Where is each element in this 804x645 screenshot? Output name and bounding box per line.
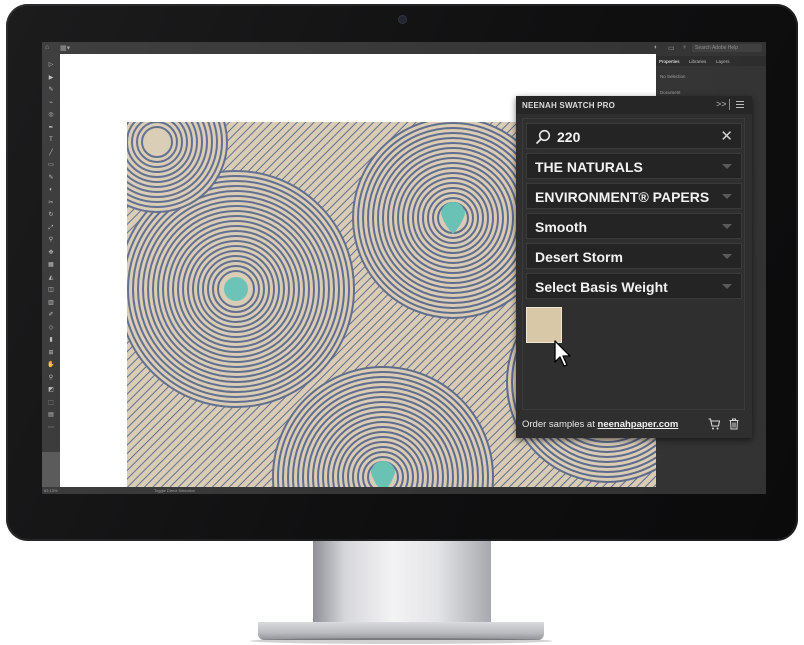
tab-properties[interactable]: Properties (659, 59, 680, 64)
toolbar-tool-icon[interactable]: ▦ (47, 262, 55, 268)
brand-select-value: ENVIRONMENT® PAPERS (535, 189, 710, 205)
toolbar-tool-icon[interactable]: ✐ (47, 312, 55, 318)
panel-title: NEENAH SWATCH PRO (522, 101, 616, 110)
toolbar-tool-icon[interactable]: ⚲ (47, 237, 55, 243)
toolbar-tool-icon[interactable]: ↻ (47, 212, 55, 218)
stand-shadow (250, 638, 552, 644)
color-select-value: Desert Storm (535, 249, 623, 265)
finish-select-value: Smooth (535, 219, 588, 235)
toolbar-tool-icon[interactable]: ⤢ (47, 225, 55, 231)
document-section: Document (660, 90, 681, 95)
window-layout-icon[interactable]: ▭ (668, 44, 675, 52)
brand-select[interactable]: ENVIRONMENT® PAPERS (526, 183, 742, 209)
toolbar-tool-icon[interactable]: ▶ (47, 75, 55, 81)
toolbar-tool-icon[interactable]: ⊞ (47, 350, 55, 356)
order-samples-text: Order samples at neenahpaper.com (522, 419, 678, 430)
toolbar-tool-icon[interactable]: ▤ (47, 412, 55, 418)
color-select[interactable]: Desert Storm (526, 243, 742, 269)
search-icon (535, 129, 551, 145)
toolbar-tool-icon[interactable]: ▥ (47, 300, 55, 306)
toolbar-tool-icon[interactable]: ◎ (47, 112, 55, 118)
tab-layers[interactable]: Layers (716, 59, 730, 64)
workspace-switcher-icon[interactable]: ▦▾ (60, 44, 70, 52)
lightbulb-icon[interactable]: ♀ (682, 44, 687, 51)
toolbar-tool-icon[interactable]: ◩ (47, 387, 55, 393)
panel-tabs: Properties Libraries Layers (656, 56, 766, 66)
toolbar-tool-icon[interactable]: ⬚ (47, 400, 55, 406)
chevron-down-icon (722, 224, 732, 229)
weight-search-input[interactable]: 220 ✕ (526, 123, 742, 149)
chevron-down-icon (722, 254, 732, 259)
cart-icon[interactable] (708, 418, 720, 430)
search-help-input[interactable]: Search Adobe Help (692, 44, 762, 52)
panel-header: NEENAH SWATCH PRO >> (516, 96, 752, 114)
mouse-pointer-icon (554, 340, 571, 367)
selection-status: No Selection (660, 74, 686, 79)
toolbar-tool-icon[interactable]: ✋ (47, 362, 55, 368)
home-icon[interactable]: ⌂ (45, 44, 49, 51)
toolbar-tool-icon[interactable]: ✂ (47, 200, 55, 206)
search-help-placeholder: Search Adobe Help (695, 45, 739, 51)
toolbar-tool-icon[interactable]: ◐ (47, 187, 55, 193)
status-tool[interactable]: Toggle Direct Selection (154, 487, 195, 494)
trash-icon[interactable] (729, 418, 739, 430)
toolbar-tool-icon[interactable]: ◫ (47, 287, 55, 293)
toolbar-tool-icon[interactable]: ◭ (47, 275, 55, 281)
toolbar-tool-icon[interactable]: ⌁ (47, 100, 55, 106)
collection-select-value: THE NATURALS (535, 159, 643, 175)
monitor-stand (313, 541, 491, 624)
toolbar-tool-icon[interactable]: ▮ (47, 337, 55, 343)
app-menu-bar: ⌂ ▦▾ ◐ ▭ ♀ Search Adobe Help (42, 42, 766, 54)
search-value: 220 (557, 129, 581, 145)
status-bar: 83.13% Toggle Direct Selection (42, 487, 656, 494)
header-divider (729, 99, 730, 110)
chevron-down-icon (722, 164, 732, 169)
basis-weight-select-value: Select Basis Weight (535, 279, 668, 295)
toolbar-tool-icon[interactable]: ✒ (47, 125, 55, 131)
toolbar-tool-icon[interactable]: ⚲ (47, 375, 55, 381)
paper-swatch[interactable] (526, 307, 562, 343)
toolbar-tool-icon[interactable]: ▭ (47, 162, 55, 168)
basis-weight-select[interactable]: Select Basis Weight (526, 273, 742, 299)
toolbar-tool-icon[interactable]: ⋯ (47, 425, 55, 431)
toolbar-tool-icon[interactable]: ✥ (47, 250, 55, 256)
toolbar-tool-icon[interactable]: ◇ (47, 325, 55, 331)
neenah-swatch-panel: NEENAH SWATCH PRO >> 220 ✕ THE NATURALS … (516, 96, 752, 438)
neenah-website-link[interactable]: neenahpaper.com (598, 419, 679, 430)
zoom-level[interactable]: 83.13% (44, 487, 58, 494)
collapse-panel-icon[interactable]: >> (716, 99, 727, 109)
toolbar-tool-icon[interactable]: T (47, 137, 55, 143)
arrange-documents-icon[interactable]: ◐ (654, 44, 658, 51)
panel-menu-icon[interactable] (736, 99, 746, 109)
clear-search-icon[interactable]: ✕ (720, 127, 733, 145)
collection-select[interactable]: THE NATURALS (526, 153, 742, 179)
tab-libraries[interactable]: Libraries (689, 59, 706, 64)
toolbar-tool-icon[interactable]: ✎ (47, 87, 55, 93)
order-samples-prefix: Order samples at (522, 419, 595, 430)
panel-footer: Order samples at neenahpaper.com (516, 414, 752, 436)
webcam (399, 16, 406, 23)
toolbar-tool-icon[interactable]: ╱ (47, 150, 55, 156)
tools-panel: ▷ ▶ ✎ ⌁ ◎ ✒ T ╱ ▭ ✎ ◐ ✂ ↻ ⤢ ⚲ ✥ ▦ ◭ ◫ ▥ ✐ ◇ ▮ ⊞ ✋ ⚲ ◩ ⬚ ▤ ⋯ (42, 54, 60, 452)
finish-select[interactable]: Smooth (526, 213, 742, 239)
chevron-down-icon (722, 284, 732, 289)
toolbar-tool-icon[interactable]: ▷ (47, 62, 55, 68)
toolbar-tool-icon[interactable]: ✎ (47, 175, 55, 181)
chevron-down-icon (722, 194, 732, 199)
